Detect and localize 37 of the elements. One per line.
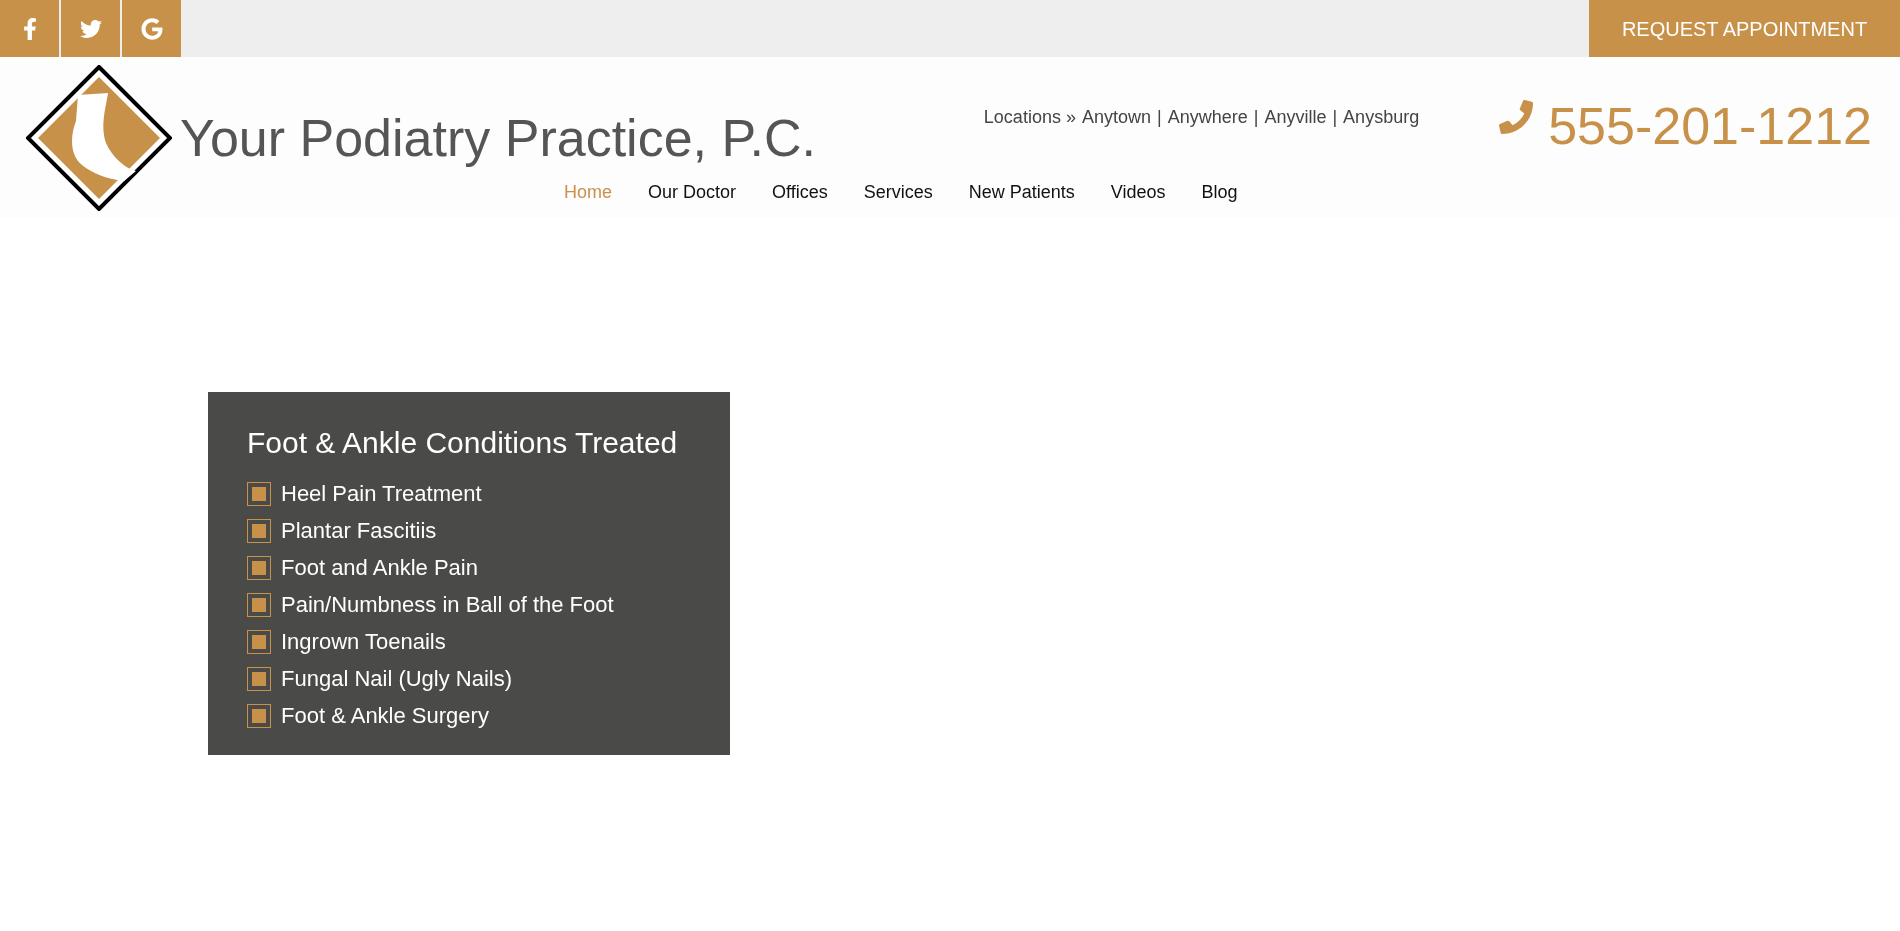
square-bullet-icon [247,703,271,728]
nav-link[interactable]: New Patients [968,179,1075,206]
separator: | [1253,106,1259,129]
square-bullet-icon [247,666,271,691]
foot-logo-icon [26,65,172,211]
separator: | [1332,106,1338,129]
square-bullet-icon [247,555,271,580]
locations-label: Locations » [983,106,1076,129]
separator: | [1156,106,1162,129]
card-title: Foot & Ankle Conditions Treated [247,425,679,461]
nav-link[interactable]: Offices [772,179,828,206]
google-icon [140,17,163,40]
google-button[interactable] [122,0,181,57]
location-link[interactable]: Anyville [1264,104,1327,131]
twitter-button[interactable] [61,0,120,57]
location-link[interactable]: Anytown [1081,104,1151,131]
bird-icon [79,17,102,40]
nav-link[interactable]: Services [863,179,933,206]
condition-item: Fungal Nail (Ugly Nails) [281,665,513,693]
square-bullet-icon [247,518,271,543]
condition-item: Heel Pain Treatment [281,480,482,508]
nav-link[interactable]: Our Doctor [648,179,737,206]
facebook-button[interactable] [0,0,59,57]
condition-item: Plantar Fascitiis [281,517,437,545]
site-title: Your Podiatry Practice, P.C. [180,108,816,169]
nav-link[interactable]: Videos [1110,179,1166,206]
location-link[interactable]: Anywhere [1167,104,1248,131]
condition-item: Foot & Ankle Surgery [281,702,489,730]
condition-item: Foot and Ankle Pain [281,554,478,582]
condition-item: Ingrown Toenails [281,628,446,656]
phone-icon [1499,100,1534,134]
square-bullet-icon [247,629,271,654]
location-link[interactable]: Anysburg [1343,104,1420,131]
square-bullet-icon [247,481,271,506]
nav-link[interactable]: Blog [1201,179,1238,206]
square-bullet-icon [247,592,271,617]
condition-item: Pain/Numbness in Ball of the Foot [281,591,614,619]
